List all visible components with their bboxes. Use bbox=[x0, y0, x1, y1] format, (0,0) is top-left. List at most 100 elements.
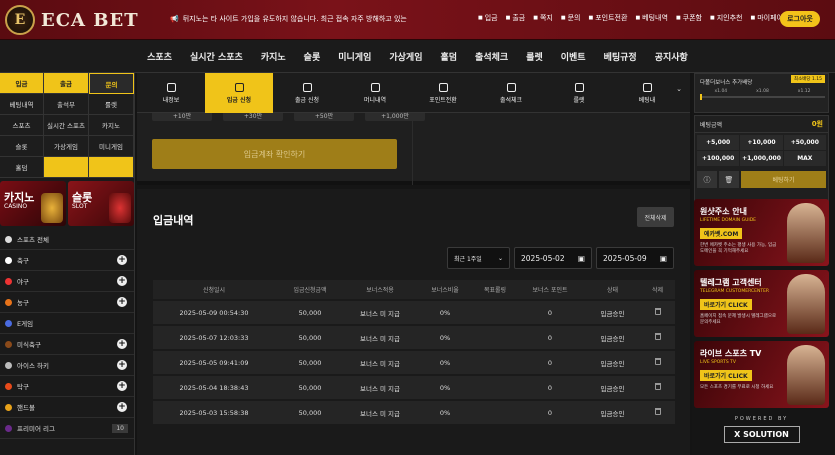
mainnav-item[interactable]: 스포츠 bbox=[138, 50, 181, 63]
sport-item[interactable]: 야구 + bbox=[0, 271, 134, 292]
table-cell: 보너스 미 지급 bbox=[359, 309, 400, 318]
quick-menu-item[interactable] bbox=[89, 157, 134, 178]
quick-menu-item[interactable]: 카지노 bbox=[89, 115, 134, 136]
bet-chip-button[interactable]: +5,000 bbox=[697, 135, 740, 150]
bet-chip-button[interactable]: +50,000 bbox=[783, 135, 826, 150]
quick-menu-item[interactable]: 슬롯 bbox=[0, 136, 44, 157]
topnav-item[interactable]: ■ 출금 bbox=[506, 13, 526, 23]
bet-chip-button[interactable]: +1,000,000 bbox=[740, 151, 783, 166]
plus-icon[interactable]: + bbox=[117, 402, 127, 412]
topnav-item[interactable]: ■ 입금 bbox=[478, 13, 498, 23]
quick-menu-item[interactable]: 출석부 bbox=[44, 94, 89, 115]
slot-banner[interactable]: 슬롯 SLOT bbox=[68, 181, 134, 226]
mainnav-item[interactable]: 이벤트 bbox=[552, 50, 595, 63]
casino-banner[interactable]: 카지노 CASINO bbox=[0, 181, 66, 226]
quick-menu-item[interactable]: 실시간 스포츠 bbox=[44, 115, 89, 136]
sport-item[interactable]: 미식축구 + bbox=[0, 334, 134, 355]
quick-menu-item[interactable]: 홀덤 bbox=[0, 157, 44, 178]
tab-item[interactable]: 출석체크 bbox=[477, 73, 545, 113]
trash-icon[interactable]: 🗑 bbox=[719, 171, 739, 188]
plus-icon[interactable]: + bbox=[117, 297, 127, 307]
promo-banner[interactable]: 원샷주소 안내 LIFETIME DOMAIN GUIDE 에카벳.COM 한번 에카… bbox=[694, 199, 829, 266]
sport-item[interactable]: 아이스 하키 + bbox=[0, 355, 134, 376]
quick-menu-item[interactable]: 입금 bbox=[0, 73, 44, 94]
bet-chip-button[interactable]: +10,000 bbox=[740, 135, 783, 150]
sport-item[interactable]: 스포츠 전체 bbox=[0, 229, 134, 250]
topnav-item[interactable]: ■ 문의 bbox=[561, 13, 581, 23]
mainnav-item[interactable]: 미니게임 bbox=[329, 50, 380, 63]
date-from-input[interactable]: 2025-05-02 ▣ bbox=[514, 247, 592, 269]
tab-item[interactable]: 입금 신청 bbox=[205, 73, 273, 113]
amount-button[interactable]: +10만 bbox=[152, 113, 212, 121]
place-bet-button[interactable]: 베팅하기 bbox=[741, 171, 826, 188]
quick-menu-item[interactable]: 가상게임 bbox=[44, 136, 89, 157]
promo-button[interactable]: 에카벳.COM bbox=[700, 228, 743, 239]
topnav-item[interactable]: ■ 포인트전환 bbox=[589, 13, 628, 23]
bet-chip-button[interactable]: MAX bbox=[783, 151, 826, 166]
period-select[interactable]: 최근 1주일 ⌄ bbox=[447, 247, 510, 269]
trash-icon[interactable] bbox=[654, 333, 661, 340]
plus-icon[interactable]: + bbox=[117, 381, 127, 391]
sport-item[interactable]: 탁구 + bbox=[0, 376, 134, 397]
info-icon[interactable]: ⓘ bbox=[697, 171, 717, 188]
tab-item[interactable]: 출금 신청 bbox=[273, 73, 341, 113]
brand-logo[interactable]: E ECA BET bbox=[5, 5, 139, 35]
mainnav-item[interactable]: 공지사항 bbox=[646, 50, 697, 63]
sport-item[interactable]: E게임 bbox=[0, 313, 134, 334]
trash-icon[interactable] bbox=[654, 383, 661, 390]
mainnav-item[interactable]: 카지노 bbox=[252, 50, 295, 63]
trash-icon[interactable] bbox=[654, 308, 661, 315]
tab-item[interactable]: 포인트전환 bbox=[409, 73, 477, 113]
mainnav-item[interactable]: 출석체크 bbox=[466, 50, 517, 63]
sport-item[interactable]: 축구 + bbox=[0, 250, 134, 271]
sport-item[interactable]: 핸드볼 + bbox=[0, 397, 134, 418]
quick-menu-item[interactable]: 문의 bbox=[89, 73, 134, 94]
tab-item[interactable]: 룰렛 bbox=[545, 73, 613, 113]
quick-menu-item[interactable]: 미니게임 bbox=[89, 136, 134, 157]
chevron-down-icon[interactable]: ⌄ bbox=[676, 85, 682, 93]
amount-button[interactable]: +50만 bbox=[294, 113, 354, 121]
mainnav-item[interactable]: 슬롯 bbox=[295, 50, 330, 63]
topnav-item[interactable]: ■ 지인추천 bbox=[710, 13, 743, 23]
tab-item[interactable]: 베팅내 bbox=[613, 73, 681, 113]
mainnav-item[interactable]: 실시간 스포츠 bbox=[181, 50, 252, 63]
topnav-icon: ■ bbox=[505, 15, 511, 21]
trash-icon[interactable] bbox=[654, 408, 661, 415]
plus-icon[interactable]: + bbox=[117, 255, 127, 265]
quick-menu-item[interactable]: 스포츠 bbox=[0, 115, 44, 136]
amount-button[interactable]: +30만 bbox=[223, 113, 283, 121]
plus-icon[interactable]: + bbox=[117, 339, 127, 349]
bet-chip-button[interactable]: +100,000 bbox=[697, 151, 740, 166]
topnav-item[interactable]: ■ 베팅내역 bbox=[635, 13, 668, 23]
plus-icon[interactable]: + bbox=[117, 276, 127, 286]
confirm-account-button[interactable]: 입금계좌 확인하기 bbox=[152, 139, 397, 169]
period-value: 최근 1주일 bbox=[454, 255, 482, 263]
trash-icon[interactable] bbox=[654, 358, 661, 365]
mainnav-item[interactable]: 가상게임 bbox=[380, 50, 431, 63]
promo-banner[interactable]: 라이브 스포츠 TV LIVE SPORTS TV 바로가기 CLICK 모든 스포츠… bbox=[694, 341, 829, 408]
topnav-item[interactable]: ■ 쪽지 bbox=[533, 13, 553, 23]
tab-item[interactable]: 내정보 bbox=[137, 73, 205, 113]
tab-item[interactable]: 머니내역 bbox=[341, 73, 409, 113]
sport-item[interactable]: 프리미어 리그 10 bbox=[0, 418, 134, 439]
mainnav-item[interactable]: 베팅규정 bbox=[595, 50, 646, 63]
tab-icon bbox=[506, 82, 516, 92]
plus-icon[interactable]: + bbox=[117, 360, 127, 370]
topnav-item[interactable]: ■ 쿠폰함 bbox=[676, 13, 702, 23]
quick-menu-item[interactable]: 룰렛 bbox=[89, 94, 134, 115]
quick-menu-item[interactable]: 출금 bbox=[44, 73, 89, 94]
delete-all-button[interactable]: 전체삭제 bbox=[637, 207, 674, 227]
table-cell: 0 bbox=[547, 308, 553, 317]
logout-button[interactable]: 로그아웃 bbox=[780, 11, 820, 27]
mainnav-item[interactable]: 룰렛 bbox=[517, 50, 552, 63]
sport-item[interactable]: 농구 + bbox=[0, 292, 134, 313]
promo-button[interactable]: 바로가기 CLICK bbox=[700, 370, 752, 381]
topnav-icon: ■ bbox=[478, 15, 483, 21]
quick-menu-item[interactable] bbox=[44, 157, 89, 178]
quick-menu-item[interactable]: 베팅내역 bbox=[0, 94, 44, 115]
mainnav-item[interactable]: 홀덤 bbox=[431, 50, 466, 63]
promo-button[interactable]: 바로가기 CLICK bbox=[700, 299, 752, 310]
promo-banner[interactable]: 텔레그램 고객센터 TELEGRAM CUSTOMERCENTER 바로가기 CLI… bbox=[694, 270, 829, 337]
date-to-input[interactable]: 2025-05-09 ▣ bbox=[596, 247, 674, 269]
deposit-panel: +10만 +30만 +50만 +1,000만 입금계좌 확인하기 bbox=[137, 113, 690, 185]
